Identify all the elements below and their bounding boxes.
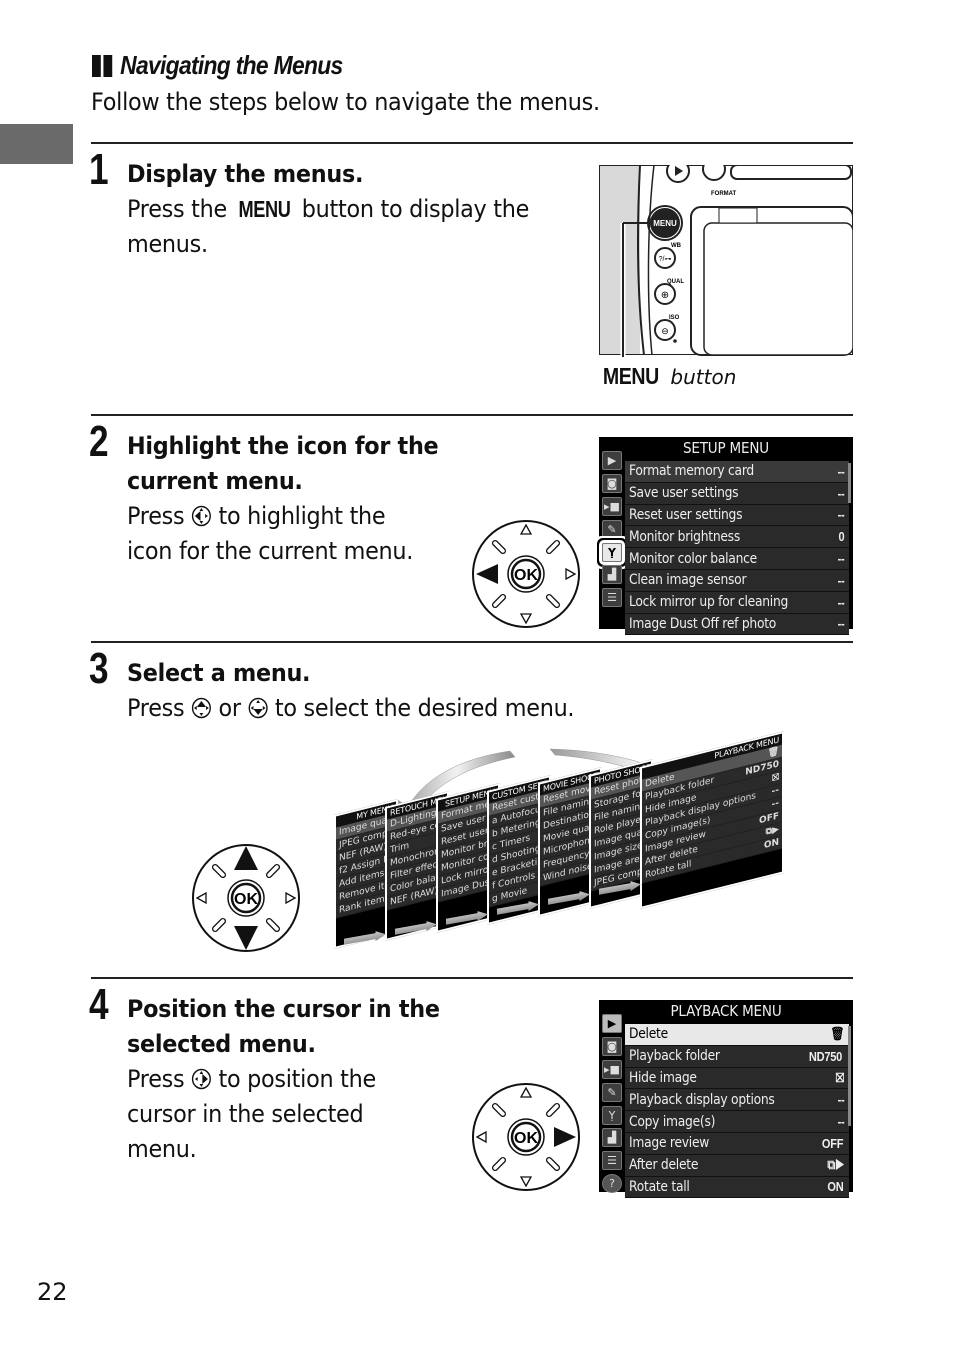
multi-selector-dial-left: OK <box>472 520 580 628</box>
menu-item[interactable]: Copy image(s) -- <box>625 1111 849 1133</box>
scrollbar[interactable] <box>848 463 851 503</box>
pencil-icon[interactable]: ✎ <box>602 519 622 539</box>
menu-item[interactable]: Clean image sensor -- <box>625 569 849 592</box>
stacked-menu-card: PLAYBACK MENU Delete 🗑 Playback folder ND750… <box>640 731 784 909</box>
movie-icon[interactable]: ▸■ <box>602 496 622 516</box>
step-2-body: Press to highlight the icon for the curr… <box>127 502 414 565</box>
playback-menu-list: Delete 🗑 Playback folder ND750 Hide image ⛝… <box>625 1024 849 1199</box>
multi-selector-dial-updown: OK <box>192 844 300 952</box>
menu-item[interactable]: Rotate tall ON <box>625 1176 849 1199</box>
ok-button-label: OK <box>514 1130 538 1147</box>
menu-item[interactable]: Monitor brightness 0 <box>625 526 849 549</box>
movie-icon[interactable]: ▸■ <box>602 1059 622 1079</box>
menu-item[interactable]: Image review OFF <box>625 1132 849 1155</box>
menu-item[interactable]: Save user settings -- <box>625 482 849 505</box>
menu-keyword: MENU <box>238 196 291 222</box>
menu-item[interactable]: Lock mirror up for cleaning -- <box>625 591 849 614</box>
step-4-number: 4 <box>89 980 109 1029</box>
step-4-body: Press to position the cursor in the sele… <box>127 1065 376 1163</box>
divider <box>91 977 853 979</box>
menu-item[interactable]: Hide image ⛝ <box>625 1067 849 1090</box>
camera-icon[interactable]: ◙ <box>602 473 622 493</box>
svg-text:MENU: MENU <box>653 219 677 228</box>
multi-selector-up-icon <box>191 697 211 719</box>
step-3-number: 3 <box>89 644 109 693</box>
camera-back-illustration: FORMAT MENU WB ?/⊶ QUAL ⊕ ISO ⊖ <box>599 165 853 357</box>
playback-menu-title: PLAYBACK MENU <box>670 1002 782 1020</box>
section-heading-text: Navigating the Menus <box>120 50 343 80</box>
step-3-title: Select a menu. <box>127 659 311 687</box>
menu-item[interactable]: Playback display options -- <box>625 1089 849 1112</box>
playback-menu-screen: PLAYBACK MENU ▶ ◙ ▸■ ✎ Ỵ ▟ ☰ ? Delete 🗑 P… <box>599 1000 853 1199</box>
setup-menu-list: Format memory card -- Save user settings -… <box>625 461 849 636</box>
delete-button-icon <box>702 165 726 181</box>
multi-selector-dial-right: OK <box>472 1083 580 1191</box>
step-3-body: Press or to select the desired menu. <box>127 694 575 722</box>
mymenu-icon[interactable]: ☰ <box>602 1151 622 1171</box>
menu-item[interactable]: Image Dust Off ref photo -- <box>625 613 849 636</box>
multi-selector-left-icon <box>191 505 211 527</box>
svg-text:⊕: ⊕ <box>661 290 669 301</box>
scrollbar[interactable] <box>848 1026 851 1126</box>
heading-marker-icon <box>103 54 113 77</box>
divider <box>91 414 853 416</box>
menu-item[interactable]: Reset user settings -- <box>625 504 849 527</box>
intro-text: Follow the steps below to navigate the m… <box>91 88 600 116</box>
chapter-edge-tab <box>0 124 73 164</box>
ok-button-label: OK <box>234 891 258 908</box>
section-heading: Navigating the Menus <box>92 50 343 81</box>
menu-item[interactable]: Playback folder ND750 <box>625 1045 849 1068</box>
multi-selector-right-icon <box>191 1068 211 1090</box>
svg-text:⊖: ⊖ <box>661 327 669 337</box>
step-4-title: Position the cursor in the selected menu… <box>127 995 440 1058</box>
playback-icon[interactable]: ▶ <box>602 1014 622 1033</box>
divider <box>91 641 853 643</box>
step-2-number: 2 <box>89 417 109 466</box>
svg-text:WB: WB <box>671 243 682 249</box>
mymenu-icon[interactable]: ☰ <box>602 588 622 608</box>
page-number: 22 <box>37 1278 68 1306</box>
retouch-icon[interactable]: ▟ <box>602 565 622 585</box>
format-label: FORMAT <box>711 191 737 197</box>
help-icon[interactable]: ? <box>602 1174 622 1194</box>
retouch-icon[interactable]: ▟ <box>602 1128 622 1148</box>
multi-selector-down-icon <box>248 697 268 719</box>
step-1-number: 1 <box>89 145 109 194</box>
menu-item[interactable]: Format memory card -- <box>625 461 849 483</box>
menu-stack-illustration: MY MENU Image quality JPEG compression NEF … <box>320 731 790 955</box>
svg-text:ISO: ISO <box>669 315 680 321</box>
menu-rail: ▶ ◙ ▸■ ✎ Ỵ ▟ ☰ ? <box>602 1014 622 1197</box>
menu-item[interactable]: Monitor color balance -- <box>625 548 849 570</box>
menu-rail: ▶ ◙ ▸■ ✎ Ỵ ▟ ☰ <box>599 451 625 611</box>
menu-button-caption: MENU button <box>602 363 737 389</box>
menu-item-selected[interactable]: Delete 🗑 <box>625 1024 849 1046</box>
wrench-icon[interactable]: Ỵ <box>599 539 625 565</box>
playback-icon[interactable]: ▶ <box>602 451 622 470</box>
svg-text:?/⊶: ?/⊶ <box>659 256 672 263</box>
pencil-icon[interactable]: ✎ <box>602 1082 622 1102</box>
heading-marker-icon <box>92 54 101 77</box>
divider <box>91 142 853 144</box>
step-2-title: Highlight the icon for the current menu. <box>127 432 439 495</box>
wrench-icon[interactable]: Ỵ <box>602 1105 622 1125</box>
ok-button-label: OK <box>514 567 538 584</box>
menu-item[interactable]: After delete ⧉▶ <box>625 1154 849 1177</box>
step-1-body: Press the MENU button to display the men… <box>127 192 529 262</box>
step-1-title: Display the menus. <box>127 160 364 188</box>
camera-icon[interactable]: ◙ <box>602 1036 622 1056</box>
setup-menu-screen: SETUP MENU ▶ ◙ ▸■ ✎ Ỵ ▟ ☰ Format memory … <box>599 437 853 636</box>
setup-menu-title: SETUP MENU <box>682 439 770 457</box>
